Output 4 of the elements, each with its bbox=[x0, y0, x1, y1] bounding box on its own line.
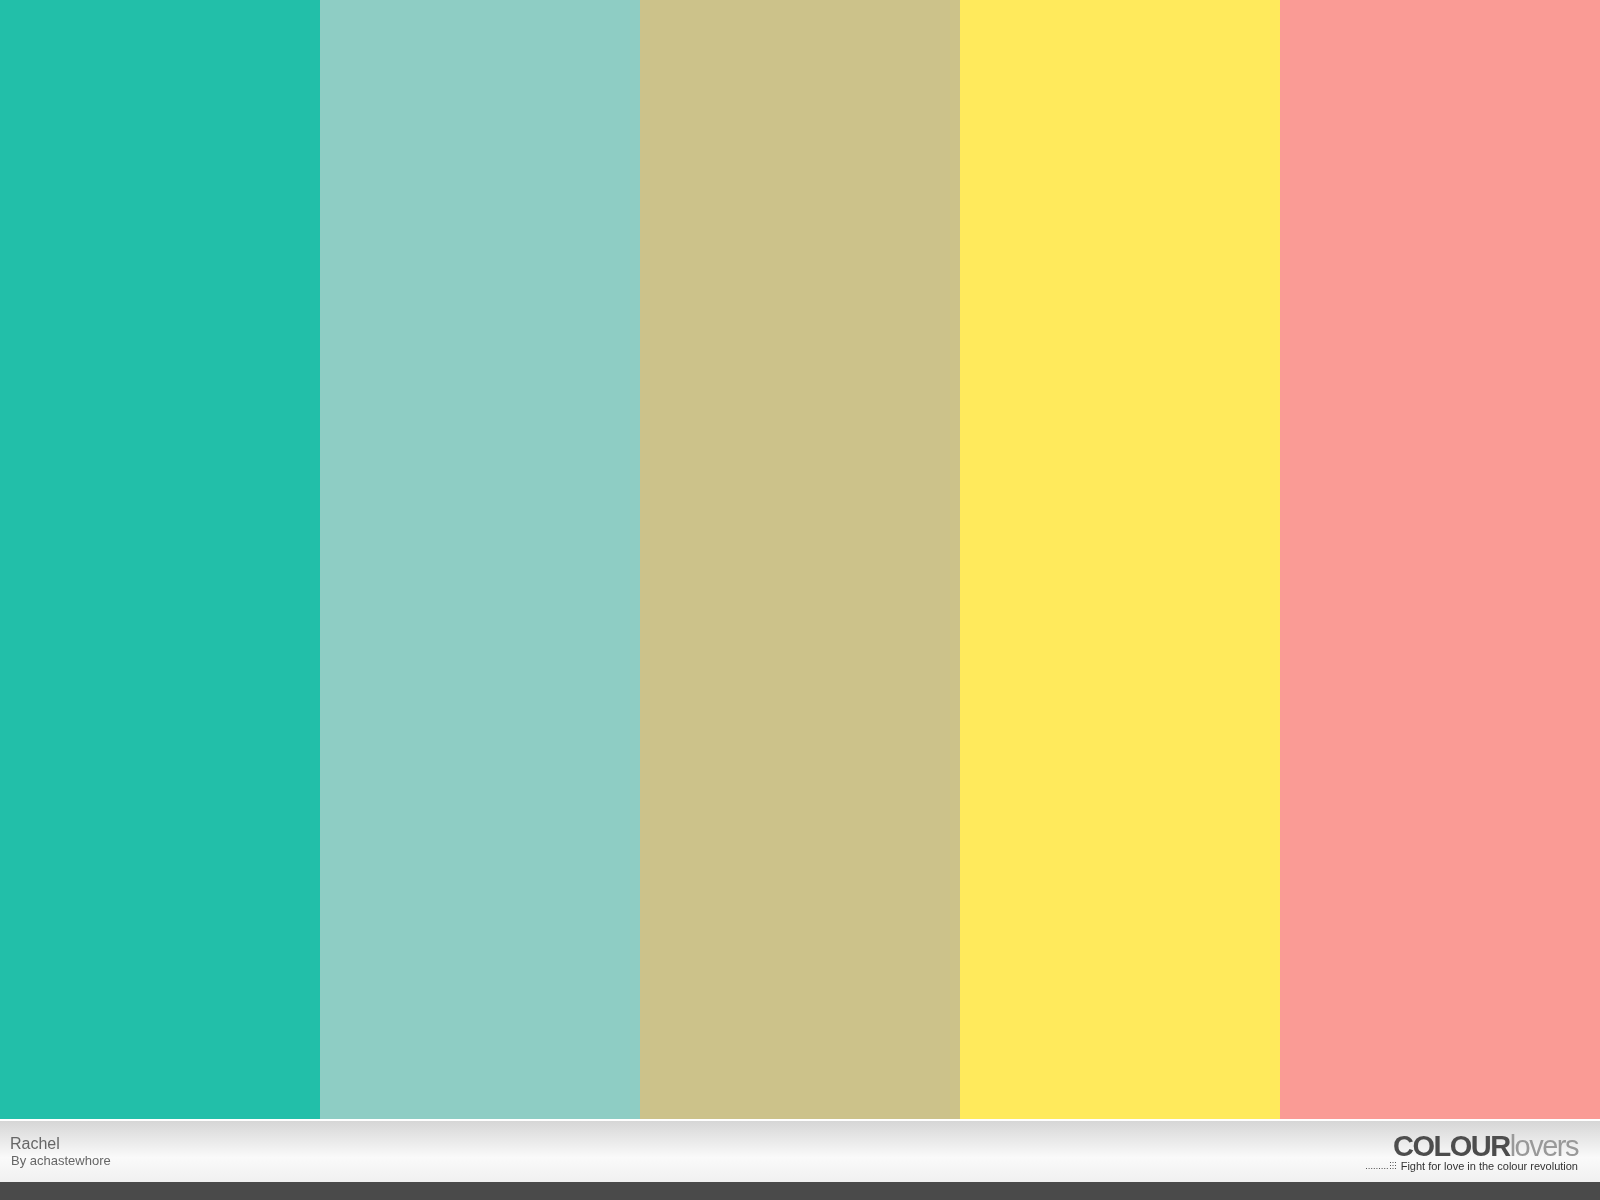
site-logo: COLOURlovers bbox=[1392, 1131, 1578, 1160]
palette-title: Rachel bbox=[10, 1135, 61, 1153]
palette-author: By achastewhore bbox=[10, 1153, 111, 1168]
site-tagline: Fight for love in the colour revolution bbox=[1400, 1159, 1578, 1172]
